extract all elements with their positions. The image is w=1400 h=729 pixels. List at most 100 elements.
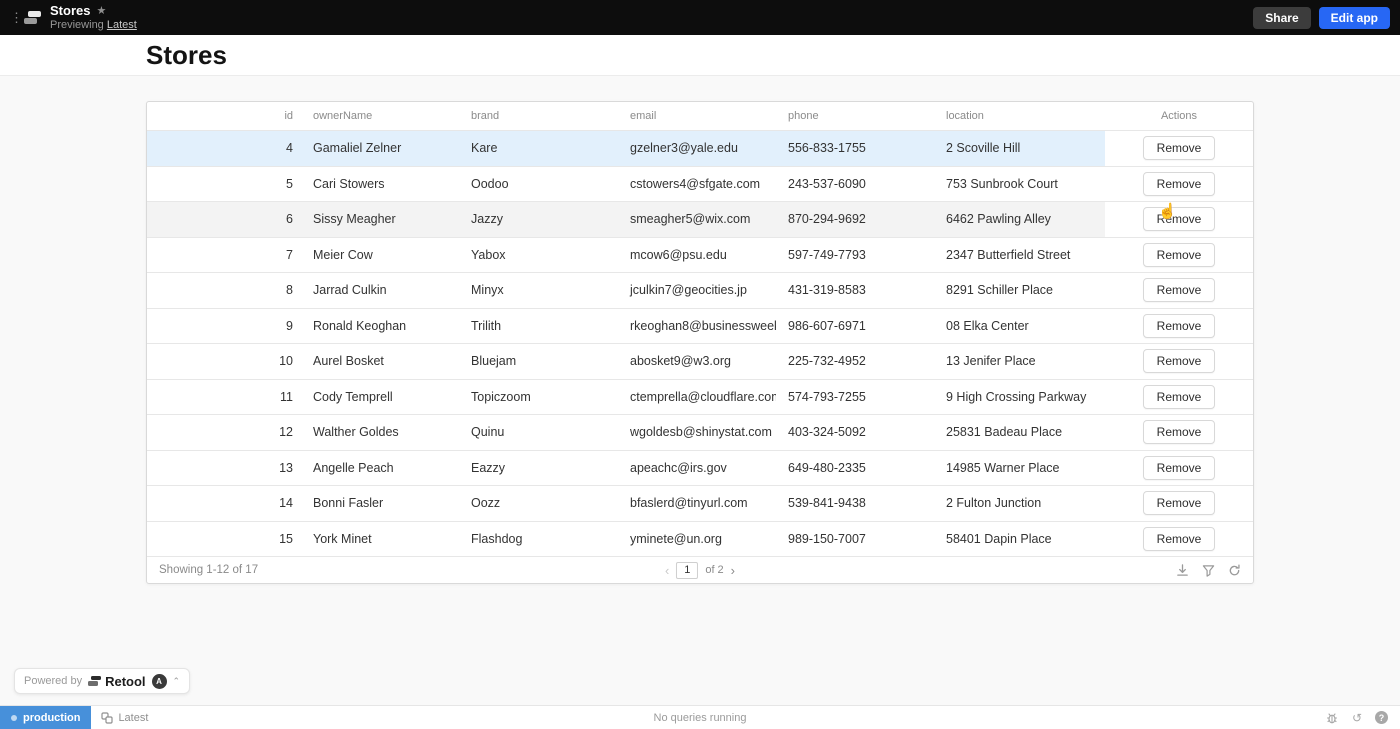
cell-location: 08 Elka Center (934, 309, 1105, 344)
cell-location: 58401 Dapin Place (934, 522, 1105, 557)
cell-actions: Remove (1105, 415, 1253, 450)
retool-logo-icon[interactable] (24, 11, 42, 25)
cell-id: 5 (147, 167, 301, 202)
column-header-email[interactable]: email (618, 110, 776, 122)
powered-by-label: Powered by (24, 675, 82, 687)
showing-count-label: Showing 1-12 of 17 (159, 564, 258, 576)
share-button[interactable]: Share (1253, 7, 1310, 29)
cell-location: 8291 Schiller Place (934, 273, 1105, 308)
table-row[interactable]: 12 Walther Goldes Quinu wgoldesb@shinyst… (147, 414, 1253, 450)
refresh-icon[interactable] (1228, 564, 1241, 577)
favorite-star-icon[interactable]: ★ (96, 5, 106, 18)
cell-id: 7 (147, 238, 301, 273)
remove-button[interactable]: Remove (1143, 136, 1216, 160)
cell-actions: Remove (1105, 309, 1253, 344)
version-link[interactable]: Latest (107, 19, 137, 31)
cell-actions: Remove (1105, 486, 1253, 521)
statusbar-version-label: Latest (118, 712, 148, 724)
release-icon (101, 712, 113, 724)
remove-button[interactable]: Remove (1143, 456, 1216, 480)
cell-phone: 431-319-8583 (776, 273, 934, 308)
page-number-input[interactable] (676, 562, 698, 579)
table-row[interactable]: 9 Ronald Keoghan Trilith rkeoghan8@busin… (147, 308, 1253, 344)
cell-ownername: Jarrad Culkin (301, 273, 459, 308)
prev-page-icon[interactable]: ‹ (665, 564, 669, 577)
page-title: Stores (146, 40, 227, 71)
remove-button[interactable]: Remove (1143, 314, 1216, 338)
cell-email: abosket9@w3.org (618, 344, 776, 379)
stores-table: id ownerName brand email phone location … (146, 101, 1254, 584)
cell-location: 2 Scoville Hill (934, 131, 1105, 166)
table-row[interactable]: 6 Sissy Meagher Jazzy smeagher5@wix.com … (147, 201, 1253, 237)
cell-ownername: Angelle Peach (301, 451, 459, 486)
column-header-ownername[interactable]: ownerName (301, 110, 459, 122)
powered-by-badge[interactable]: Powered by Retool A ⌃ (14, 668, 190, 694)
cell-brand: Quinu (459, 415, 618, 450)
cell-phone: 597-749-7793 (776, 238, 934, 273)
cell-email: gzelner3@yale.edu (618, 131, 776, 166)
remove-button[interactable]: Remove (1143, 172, 1216, 196)
help-icon[interactable]: ? (1375, 711, 1388, 724)
remove-button[interactable]: Remove (1143, 420, 1216, 444)
table-row[interactable]: 7 Meier Cow Yabox mcow6@psu.edu 597-749-… (147, 237, 1253, 273)
table-row[interactable]: 5 Cari Stowers Oodoo cstowers4@sfgate.co… (147, 166, 1253, 202)
cell-phone: 403-324-5092 (776, 415, 934, 450)
remove-button[interactable]: Remove (1143, 207, 1216, 231)
title-strip: Stores (0, 35, 1400, 76)
history-icon[interactable]: ↺ (1350, 711, 1364, 725)
environment-selector[interactable]: production (0, 706, 91, 729)
kebab-menu-icon[interactable]: ⋮ (10, 10, 20, 26)
remove-button[interactable]: Remove (1143, 278, 1216, 302)
table-row[interactable]: 10 Aurel Bosket Bluejam abosket9@w3.org … (147, 343, 1253, 379)
cell-id: 9 (147, 309, 301, 344)
cell-location: 6462 Pawling Alley (934, 202, 1105, 237)
column-header-brand[interactable]: brand (459, 110, 618, 122)
app-title-block: Stores ★ Previewing Latest (50, 4, 137, 32)
filter-icon[interactable] (1202, 564, 1215, 577)
cell-ownername: Ronald Keoghan (301, 309, 459, 344)
edit-app-button[interactable]: Edit app (1319, 7, 1390, 29)
cell-brand: Trilith (459, 309, 618, 344)
table-footer: Showing 1-12 of 17 ‹ of 2 › (147, 556, 1253, 583)
debug-bug-icon[interactable] (1325, 711, 1339, 725)
remove-button[interactable]: Remove (1143, 243, 1216, 267)
download-icon[interactable] (1176, 564, 1189, 577)
cell-email: apeachc@irs.gov (618, 451, 776, 486)
cell-actions: Remove (1105, 131, 1253, 166)
cell-actions: Remove (1105, 238, 1253, 273)
chevron-up-icon[interactable]: ⌃ (173, 676, 181, 687)
cell-email: rkeoghan8@businessweek.com (618, 309, 776, 344)
cell-location: 13 Jenifer Place (934, 344, 1105, 379)
table-row[interactable]: 11 Cody Temprell Topiczoom ctemprella@cl… (147, 379, 1253, 415)
statusbar-version[interactable]: Latest (101, 712, 148, 724)
cell-email: bfaslerd@tinyurl.com (618, 486, 776, 521)
column-header-location[interactable]: location (934, 110, 1105, 122)
cell-email: yminete@un.org (618, 522, 776, 557)
cell-phone: 225-732-4952 (776, 344, 934, 379)
table-row[interactable]: 15 York Minet Flashdog yminete@un.org 98… (147, 521, 1253, 557)
table-row[interactable]: 13 Angelle Peach Eazzy apeachc@irs.gov 6… (147, 450, 1253, 486)
remove-button[interactable]: Remove (1143, 385, 1216, 409)
cell-ownername: Gamaliel Zelner (301, 131, 459, 166)
cell-brand: Yabox (459, 238, 618, 273)
cell-actions: Remove (1105, 202, 1253, 237)
cell-location: 14985 Warner Place (934, 451, 1105, 486)
cell-brand: Oozz (459, 486, 618, 521)
cell-actions: Remove (1105, 273, 1253, 308)
column-header-phone[interactable]: phone (776, 110, 934, 122)
cell-brand: Bluejam (459, 344, 618, 379)
next-page-icon[interactable]: › (731, 564, 735, 577)
table-row[interactable]: 4 Gamaliel Zelner Kare gzelner3@yale.edu… (147, 130, 1253, 166)
cell-brand: Topiczoom (459, 380, 618, 415)
avatar[interactable]: A (152, 674, 167, 689)
remove-button[interactable]: Remove (1143, 527, 1216, 551)
table-row[interactable]: 14 Bonni Fasler Oozz bfaslerd@tinyurl.co… (147, 485, 1253, 521)
cell-ownername: Cari Stowers (301, 167, 459, 202)
column-header-id[interactable]: id (147, 110, 301, 122)
remove-button[interactable]: Remove (1143, 491, 1216, 515)
table-row[interactable]: 8 Jarrad Culkin Minyx jculkin7@geocities… (147, 272, 1253, 308)
cell-phone: 649-480-2335 (776, 451, 934, 486)
retool-brand-label: Retool (105, 674, 145, 689)
remove-button[interactable]: Remove (1143, 349, 1216, 373)
cell-location: 25831 Badeau Place (934, 415, 1105, 450)
